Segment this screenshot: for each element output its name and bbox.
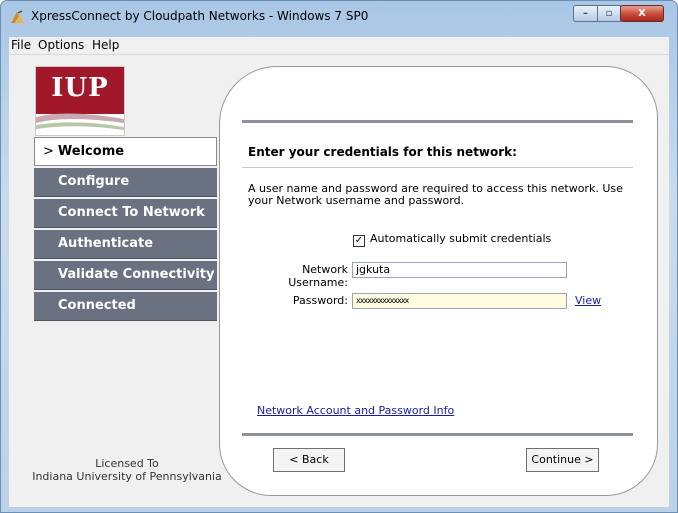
license-label: Licensed To: [95, 457, 159, 470]
close-button[interactable]: X: [620, 5, 664, 22]
nav-item-configure[interactable]: Configure: [34, 168, 217, 197]
client-area: IUP > Welcome Configure Connect To Networ…: [9, 54, 669, 507]
username-input[interactable]: jgkuta: [352, 262, 567, 278]
nav-item-validate-connectivity[interactable]: Validate Connectivity: [34, 261, 217, 290]
auto-submit-label[interactable]: Automatically submit credentials: [370, 232, 551, 245]
view-password-link[interactable]: View: [575, 294, 601, 307]
menu-options[interactable]: Options: [38, 38, 84, 52]
iup-logo: IUP: [35, 66, 125, 136]
top-divider: [242, 120, 633, 123]
nav-item-label: Configure: [58, 174, 130, 189]
nav-item-connected[interactable]: Connected: [34, 292, 217, 321]
bottom-divider: [242, 433, 633, 436]
menu-bar: File Options Help: [9, 37, 669, 54]
nav-item-label: Validate Connectivity: [58, 267, 215, 282]
nav-item-label: Welcome: [57, 144, 125, 159]
menu-file[interactable]: File: [11, 38, 31, 52]
heading-divider: [242, 167, 633, 168]
auto-submit-checkbox[interactable]: ✓: [353, 235, 365, 247]
page-heading: Enter your credentials for this network:: [248, 145, 517, 159]
username-label: Network Username:: [288, 263, 348, 289]
password-input[interactable]: xxxxxxxxxxxxxx: [352, 293, 567, 309]
license-info: Licensed To Indiana University of Pennsy…: [29, 457, 225, 483]
minimize-button[interactable]: –: [573, 5, 598, 22]
logo-swoosh: [36, 113, 124, 130]
menu-help[interactable]: Help: [92, 38, 119, 52]
window-title: XpressConnect by Cloudpath Networks - Wi…: [31, 9, 369, 23]
nav-item-label: Authenticate: [58, 236, 154, 251]
nav-item-label: Connected: [58, 298, 136, 313]
nav-item-welcome[interactable]: > Welcome: [34, 137, 217, 166]
continue-button[interactable]: Continue >: [526, 448, 599, 472]
arrow-right-icon: >: [43, 144, 54, 159]
app-icon: [11, 10, 24, 23]
title-bar[interactable]: XpressConnect by Cloudpath Networks - Wi…: [1, 1, 677, 31]
description-text: A user name and password are required to…: [248, 182, 623, 207]
nav-item-authenticate[interactable]: Authenticate: [34, 230, 217, 259]
auto-submit-row: ✓ Automatically submit credentials: [353, 232, 551, 247]
nav-item-connect-to-network[interactable]: Connect To Network: [34, 199, 217, 228]
nav-item-label: Connect To Network: [58, 205, 205, 220]
password-label: Password:: [292, 294, 348, 307]
account-info-link[interactable]: Network Account and Password Info: [257, 404, 454, 417]
app-window: XpressConnect by Cloudpath Networks - Wi…: [0, 0, 678, 513]
credentials-panel: Enter your credentials for this network:…: [219, 66, 658, 496]
maximize-button[interactable]: ▫: [597, 5, 621, 22]
licensee-name: Indiana University of Pennsylvania: [32, 470, 222, 483]
back-button[interactable]: < Back: [273, 448, 345, 472]
logo-text: IUP: [51, 73, 109, 103]
